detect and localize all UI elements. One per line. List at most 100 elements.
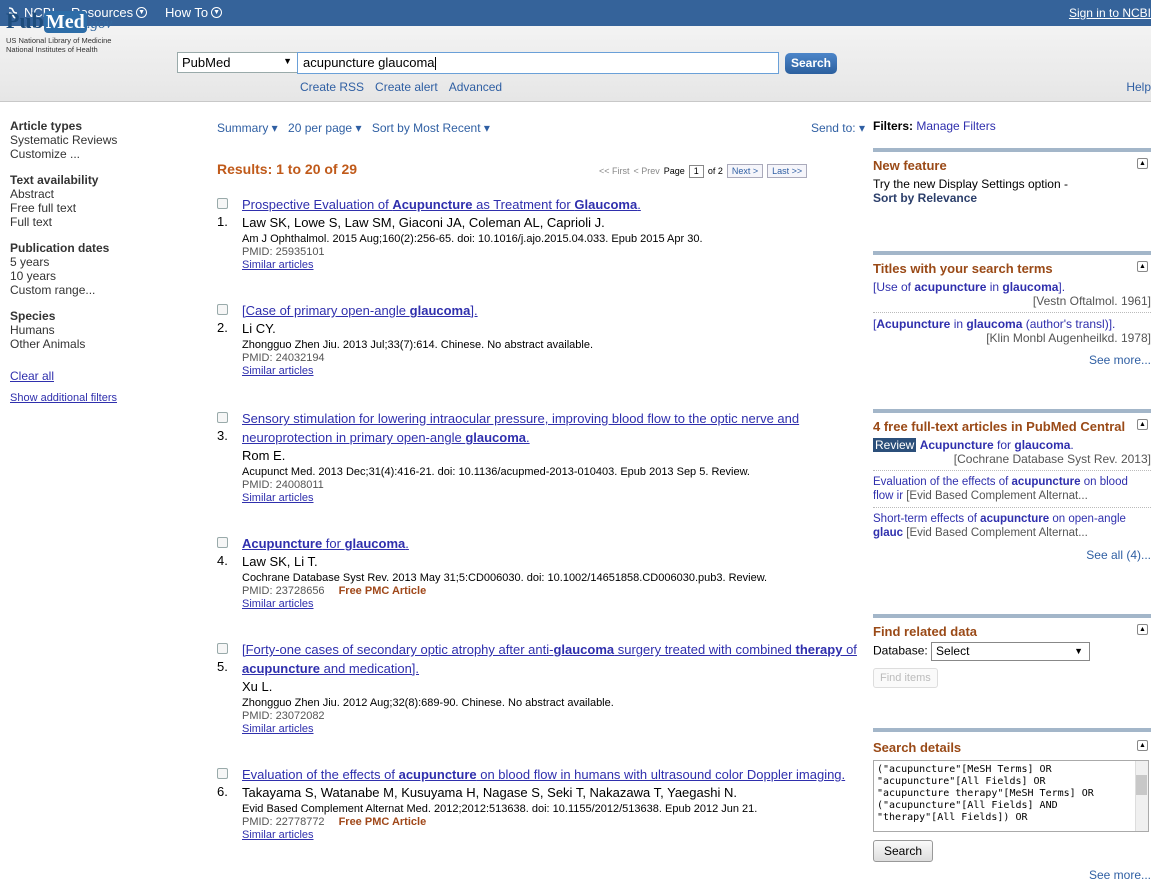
database-label: Database: <box>873 643 928 658</box>
howto-menu[interactable]: How To ▼ <box>165 5 223 20</box>
page-number-input[interactable]: 1 <box>688 164 704 178</box>
free-full-text-portlet: 4 free full-text articles in PubMed Cent… <box>873 409 1151 562</box>
results-count-heading: Results: 1 to 20 of 29 <box>217 161 358 177</box>
manage-filters-link[interactable]: Manage Filters <box>916 119 995 133</box>
search-button[interactable]: Search <box>785 53 837 74</box>
filters-heading: Filters: Manage Filters <box>873 119 996 133</box>
result-citation: Am J Ophthalmol. 2015 Aug;160(2):256-65.… <box>242 233 703 245</box>
filter-full-text[interactable]: Full text <box>10 215 180 229</box>
filter-customize-article-types[interactable]: Customize ... <box>10 147 180 161</box>
portlet-title: Search details <box>873 740 962 755</box>
filter-free-full-text[interactable]: Free full text <box>10 201 180 215</box>
collapse-icon[interactable]: ▲ <box>1137 158 1148 169</box>
similar-articles-link[interactable]: Similar articles <box>242 365 867 378</box>
show-additional-filters-link[interactable]: Show additional filters <box>10 391 180 405</box>
result-title-link[interactable]: [Case of primary open-angle glaucoma]. <box>242 301 867 320</box>
pmc-article-link[interactable]: Review Acupuncture for glaucoma. <box>873 438 1151 452</box>
create-alert-link[interactable]: Create alert <box>375 80 438 94</box>
related-database-select[interactable]: Select ▼ <box>931 642 1091 661</box>
portlet-title: Titles with your search terms <box>873 261 1053 276</box>
result-checkbox[interactable] <box>217 412 228 423</box>
collapse-icon[interactable]: ▲ <box>1137 624 1148 635</box>
free-pmc-article-badge[interactable]: Free PMC Article <box>339 816 427 828</box>
pmc-article-link[interactable]: Evaluation of the effects of acupuncture… <box>873 475 1151 503</box>
per-page-menu[interactable]: 20 per page ▾ <box>288 121 361 135</box>
clear-all-link[interactable]: Clear all <box>10 369 180 383</box>
last-page-button[interactable]: Last >> <box>767 164 808 178</box>
sign-in-link[interactable]: Sign in to NCBI <box>1069 6 1151 20</box>
next-page-button[interactable]: Next > <box>726 164 764 178</box>
result-pmid: PMID: 23072082 <box>242 710 325 722</box>
related-title-journal: [Vestn Oftalmol. 1961] <box>1032 294 1151 308</box>
result-checkbox[interactable] <box>217 643 228 654</box>
similar-articles-link[interactable]: Similar articles <box>242 829 867 842</box>
result-citation: Acupunct Med. 2013 Dec;31(4):416-21. doi… <box>242 466 750 478</box>
result-checkbox[interactable] <box>217 198 228 209</box>
filter-sidebar: Article types Systematic Reviews Customi… <box>10 119 180 405</box>
divider <box>873 507 1151 508</box>
result-citation: Evid Based Complement Alternat Med. 2012… <box>242 803 758 815</box>
result-title-link[interactable]: Acupuncture for glaucoma. <box>242 534 867 553</box>
result-item: 2. [Case of primary open-angle glaucoma]… <box>217 301 867 378</box>
first-page-link[interactable]: << First <box>599 166 630 176</box>
result-number: 4. <box>217 553 228 568</box>
pmc-article-link[interactable]: Short-term effects of acupuncture on ope… <box>873 512 1151 540</box>
portlet-title: 4 free full-text articles in PubMed Cent… <box>873 419 1126 434</box>
sort-by-relevance-link[interactable]: Sort by Relevance <box>873 191 1151 205</box>
see-all-link[interactable]: See all (4)... <box>873 548 1151 562</box>
result-pmid: PMID: 24008011 <box>242 479 324 491</box>
result-checkbox[interactable] <box>217 304 228 315</box>
result-title-link[interactable]: Evaluation of the effects of acupuncture… <box>242 765 867 784</box>
pubmed-logo[interactable]: Pub Med .gov US National Library of Medici… <box>6 8 166 55</box>
format-menu[interactable]: Summary ▾ <box>217 121 278 135</box>
similar-articles-link[interactable]: Similar articles <box>242 723 867 736</box>
logo-subtitle-1: US National Library of Medicine <box>6 36 112 45</box>
filter-abstract[interactable]: Abstract <box>10 187 180 201</box>
result-number: 1. <box>217 214 228 229</box>
logo-subtitle-2: National Institutes of Health <box>6 45 98 54</box>
result-checkbox[interactable] <box>217 537 228 548</box>
result-title-link[interactable]: Prospective Evaluation of Acupuncture as… <box>242 195 867 214</box>
help-link[interactable]: Help <box>1126 80 1151 94</box>
see-more-link[interactable]: See more... <box>1089 868 1151 882</box>
scrollbar[interactable] <box>1135 761 1148 831</box>
similar-articles-link[interactable]: Similar articles <box>242 492 867 505</box>
prev-page-link[interactable]: < Prev <box>634 166 660 176</box>
related-title-link[interactable]: [Use of acupuncture in glaucoma]. <box>873 280 1151 294</box>
collapse-icon[interactable]: ▲ <box>1137 261 1148 272</box>
filter-5-years[interactable]: 5 years <box>10 255 180 269</box>
related-title-link[interactable]: [Acupuncture in glaucoma (author's trans… <box>873 317 1151 331</box>
see-more-link[interactable]: See more... <box>873 353 1151 367</box>
display-settings-bar: Summary ▾ 20 per page ▾ Sort by Most Rec… <box>217 121 865 135</box>
filter-custom-range[interactable]: Custom range... <box>10 283 180 297</box>
filter-10-years[interactable]: 10 years <box>10 269 180 283</box>
free-pmc-article-badge[interactable]: Free PMC Article <box>339 585 427 597</box>
page-label: Page <box>663 166 685 176</box>
collapse-icon[interactable]: ▲ <box>1137 740 1148 751</box>
result-title-link[interactable]: [Forty-one cases of secondary optic atro… <box>242 640 867 678</box>
collapse-icon[interactable]: ▲ <box>1137 419 1148 430</box>
filter-humans[interactable]: Humans <box>10 323 180 337</box>
pagination: << First < Prev Page 1 of 2 Next > Last … <box>599 164 808 178</box>
portlet-title: Find related data <box>873 624 978 639</box>
database-select[interactable]: PubMed ▼ <box>177 52 299 73</box>
sort-menu[interactable]: Sort by Most Recent ▾ <box>372 121 490 135</box>
similar-articles-link[interactable]: Similar articles <box>242 598 867 611</box>
pubmed-wordmark: Pub Med .gov <box>6 8 113 33</box>
result-pmid: PMID: 22778772 Free PMC Article <box>242 816 427 828</box>
filter-other-animals[interactable]: Other Animals <box>10 337 180 351</box>
result-citation: Zhongguo Zhen Jiu. 2013 Jul;33(7):614. C… <box>242 339 593 351</box>
search-details-button[interactable]: Search <box>873 840 934 862</box>
text-cursor <box>434 57 436 71</box>
similar-articles-link[interactable]: Similar articles <box>242 259 867 272</box>
create-rss-link[interactable]: Create RSS <box>300 80 364 94</box>
filter-systematic-reviews[interactable]: Systematic Reviews <box>10 133 180 147</box>
find-items-button[interactable]: Find items <box>873 668 938 688</box>
result-checkbox[interactable] <box>217 768 228 779</box>
send-to-menu[interactable]: Send to: ▾ <box>811 121 865 135</box>
advanced-search-link[interactable]: Advanced <box>449 80 502 94</box>
search-details-textarea[interactable]: ("acupuncture"[MeSH Terms] OR "acupunctu… <box>873 760 1149 832</box>
search-input[interactable]: acupuncture glaucoma <box>297 52 779 74</box>
scrollbar-thumb[interactable] <box>1136 775 1147 795</box>
result-title-link[interactable]: Sensory stimulation for lowering intraoc… <box>242 409 867 447</box>
